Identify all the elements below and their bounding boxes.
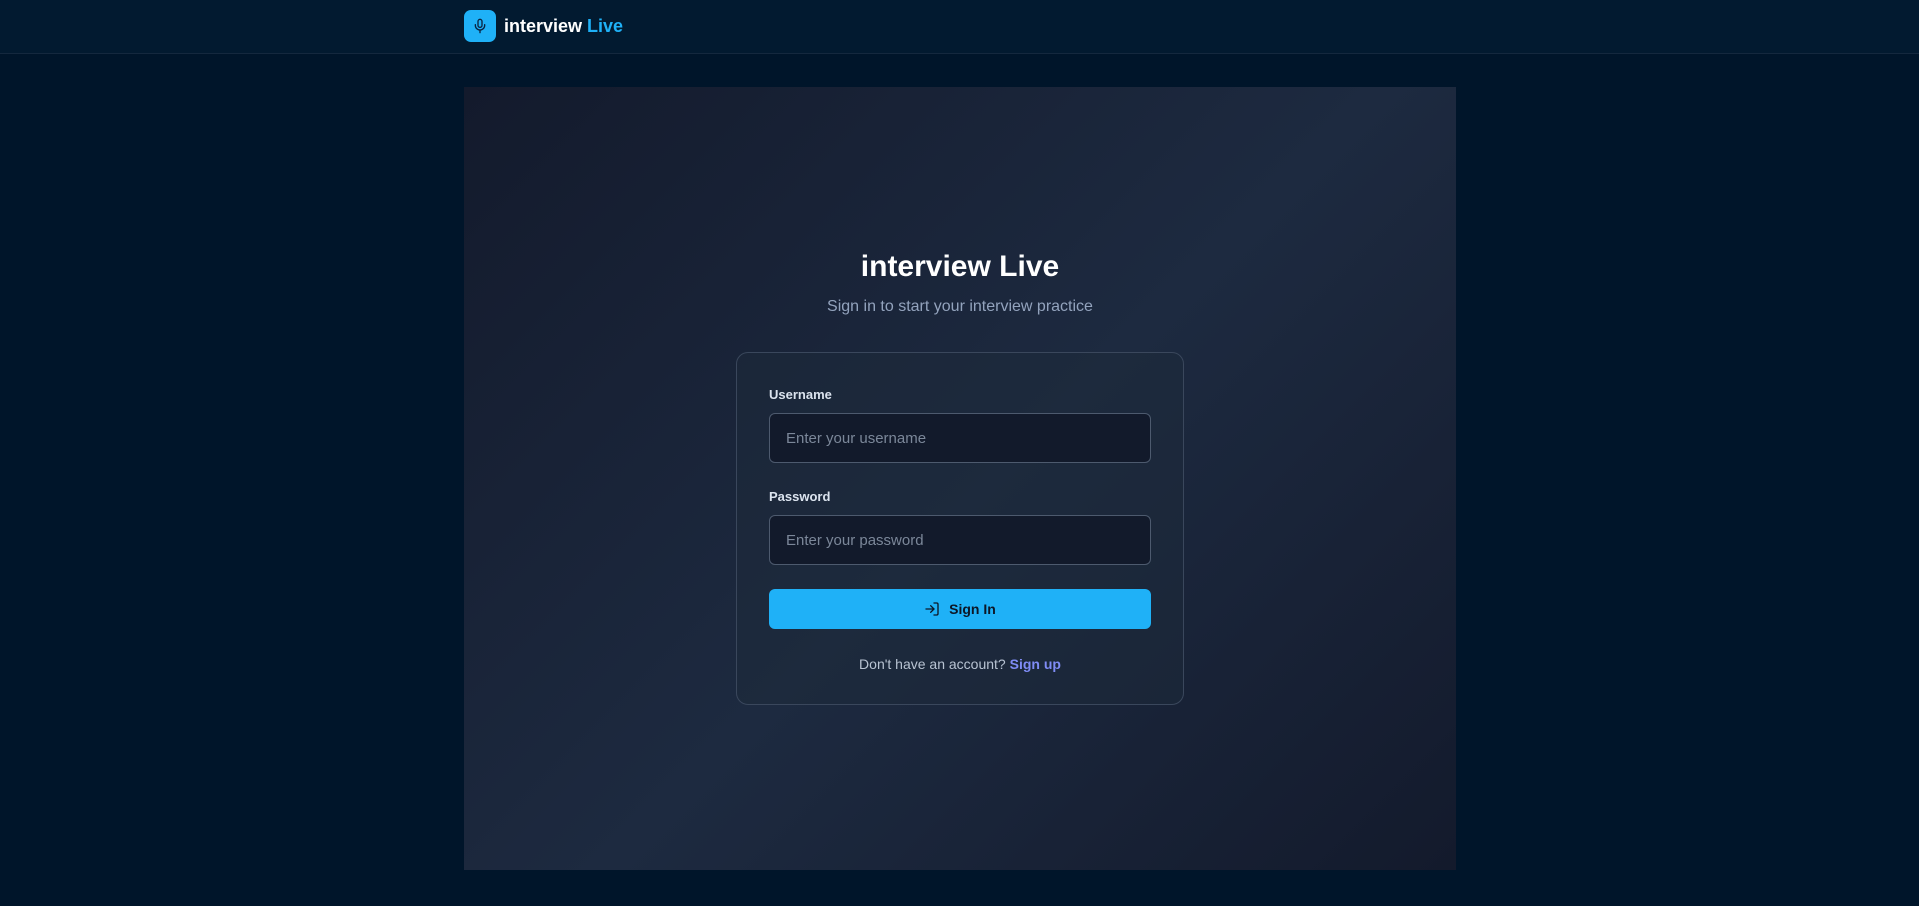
page-title: interview Live bbox=[860, 250, 1060, 283]
top-navigation-bar: interview Live bbox=[0, 0, 1919, 54]
brand-name-primary: interview bbox=[504, 15, 583, 36]
password-label: Password bbox=[769, 489, 831, 504]
signup-prompt-row: Don't have an account? Sign up bbox=[737, 656, 1183, 672]
login-hero-panel: interview Live Sign in to start your int… bbox=[464, 87, 1456, 870]
microphone-icon bbox=[464, 10, 496, 42]
page-subtitle: Sign in to start your interview practice bbox=[827, 298, 1093, 315]
brand-name-accent: Live bbox=[587, 15, 624, 36]
login-form: Username Password Sign In Don't have an … bbox=[736, 352, 1184, 705]
brand-name: interview Live bbox=[504, 16, 623, 37]
brand-home-link[interactable]: interview Live bbox=[464, 10, 623, 42]
sign-in-button-label: Sign In bbox=[949, 601, 996, 617]
sign-up-link[interactable]: Sign up bbox=[1010, 656, 1061, 672]
password-input[interactable] bbox=[769, 515, 1151, 565]
username-input[interactable] bbox=[769, 413, 1151, 463]
username-label: Username bbox=[769, 387, 832, 402]
sign-in-icon bbox=[925, 602, 939, 616]
sign-in-button[interactable]: Sign In bbox=[769, 589, 1151, 629]
signup-prompt-text: Don't have an account? bbox=[859, 656, 1006, 672]
